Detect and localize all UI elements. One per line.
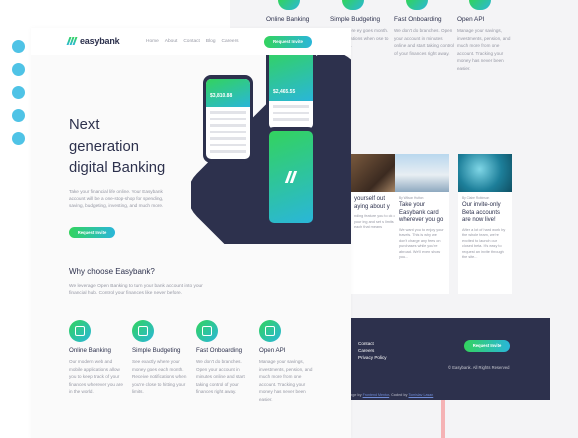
feature-title: Fast Onboarding [394,16,442,23]
front-page: easybank Home About Contact Blog Careers… [31,28,351,438]
feature-text: We don't do branches. Open your account … [394,28,455,56]
hero-illustration: $3,810.88 $2,465.55 [191,55,351,244]
brand-name: easybank [80,36,120,46]
feature-text: Our modern web and mobile applications a… [69,359,123,394]
footer-link-privacy[interactable]: Privacy Policy [358,354,387,361]
nav-home[interactable]: Home [146,39,159,44]
indicator-dot[interactable] [12,86,25,99]
budgeting-icon [132,320,154,342]
hero-title-line: Next [69,117,100,133]
online-banking-icon [69,320,91,342]
why-title: Why choose Easybank? [69,267,155,276]
credit-prefix: nge by [350,393,362,397]
hero-title-line: generation [69,138,139,155]
feature-fast-onboarding: Fast Onboarding We don't do branches. Op… [196,320,252,396]
article-image [458,154,512,192]
feature-title: Simple Budgeting [330,16,381,23]
feature-text: See exactly where your money goes each m… [132,359,187,394]
phone-balance: $3,810.88 [206,79,250,107]
feature-title: Fast Onboarding [196,347,243,354]
article-title[interactable]: Our invite-only Beta accounts are now li… [462,202,508,225]
feature-text: Manage your savings, investments, pensio… [457,28,511,71]
logo-mark-icon [66,37,79,45]
nav-contact[interactable]: Contact [183,39,200,44]
back-feature: Fast Onboarding We don't do branches. Op… [394,0,454,57]
header-request-invite-button[interactable]: Request Invite [264,36,312,48]
footer-copyright: © Easybank. All Rights Reserved [448,365,510,370]
article-card[interactable]: By Claire Robinson Our invite-only Beta … [458,154,512,294]
footer-link-careers[interactable]: Careers [358,347,387,354]
hero-title-line: digital Banking [69,160,166,176]
article-excerpt: nding feature you to ck out your ing and… [354,214,399,230]
feature-online-banking: Online Banking Our modern web and mobile… [69,320,125,396]
slide-indicator [12,40,26,155]
main-nav: Home About Contact Blog Careers [146,39,239,44]
phone-balance: $2,465.55 [269,55,313,101]
footer-request-invite-button[interactable]: Request Invite [464,340,510,352]
header: easybank Home About Contact Blog Careers… [31,28,351,55]
article-card[interactable]: By Wilson Hutton Take your Easybank card… [395,154,449,294]
back-feature: Open API Manage your savings, investment… [457,0,517,73]
article-title[interactable]: yourself out aying about y [354,196,400,211]
nav-blog[interactable]: Blog [206,39,216,44]
hero-request-invite-button[interactable]: Request Invite [69,227,115,238]
feature-simple-budgeting: Simple Budgeting See exactly where your … [132,320,188,396]
credit-link-frontend-mentor[interactable]: Frontend Mentor [363,393,390,397]
footer-credit: nge by Frontend Mentor. Coded by Tomisla… [350,393,433,397]
footer-links: Contact Careers Privacy Policy [358,340,387,361]
feature-text: We don't do branches. Open your account … [196,359,245,394]
credit-link-author[interactable]: Tomislav Lasan [408,393,433,397]
article-author: By Wilson Hutton [399,196,424,200]
indicator-dot[interactable] [12,132,25,145]
feature-icon [342,0,364,10]
phone-mockup: $3,810.88 [203,75,253,163]
feature-title: Online Banking [266,16,310,23]
nav-careers[interactable]: Careers [222,39,239,44]
feature-text: Manage your savings, investments, pensio… [259,359,313,402]
onboarding-icon [196,320,218,342]
hero-section: $3,810.88 $2,465.55 Next generation digi… [31,55,351,244]
why-text: We leverage Open Banking to turn your ba… [69,284,203,296]
footer-link-contact[interactable]: Contact [358,340,387,347]
indicator-dot[interactable] [12,63,25,76]
hero-text: Take your financial life online. Your Ea… [69,189,164,209]
feature-icon [406,0,428,10]
article-image [395,154,449,192]
api-icon [259,320,281,342]
feature-title: Open API [457,16,485,23]
phone-mockup: $2,465.55 [266,55,316,133]
feature-open-api: Open API Manage your savings, investment… [259,320,315,403]
phone-logo-icon [284,171,297,183]
article-excerpt: We want you to enjoy your travels. This … [399,227,444,260]
hero-title: Next generation digital Banking [69,115,165,180]
article-title[interactable]: Take your Easybank card wherever you go [399,202,445,225]
feature-title: Simple Budgeting [132,347,181,354]
feature-title: Open API [259,347,286,354]
divider-bar [441,400,445,438]
back-feature: Online Banking [266,0,326,23]
logo[interactable]: easybank [66,36,120,46]
nav-about[interactable]: About [165,39,178,44]
credit-mid: . Coded by [389,393,408,397]
article-author: By Claire Robinson [462,196,490,200]
feature-icon [469,0,491,10]
feature-icon [278,0,300,10]
indicator-dot[interactable] [12,40,25,53]
indicator-dot[interactable] [12,109,25,122]
feature-title: Online Banking [69,347,111,354]
phone-mockup [266,127,316,227]
article-excerpt: After a lot of hard work by the whole te… [462,227,506,260]
